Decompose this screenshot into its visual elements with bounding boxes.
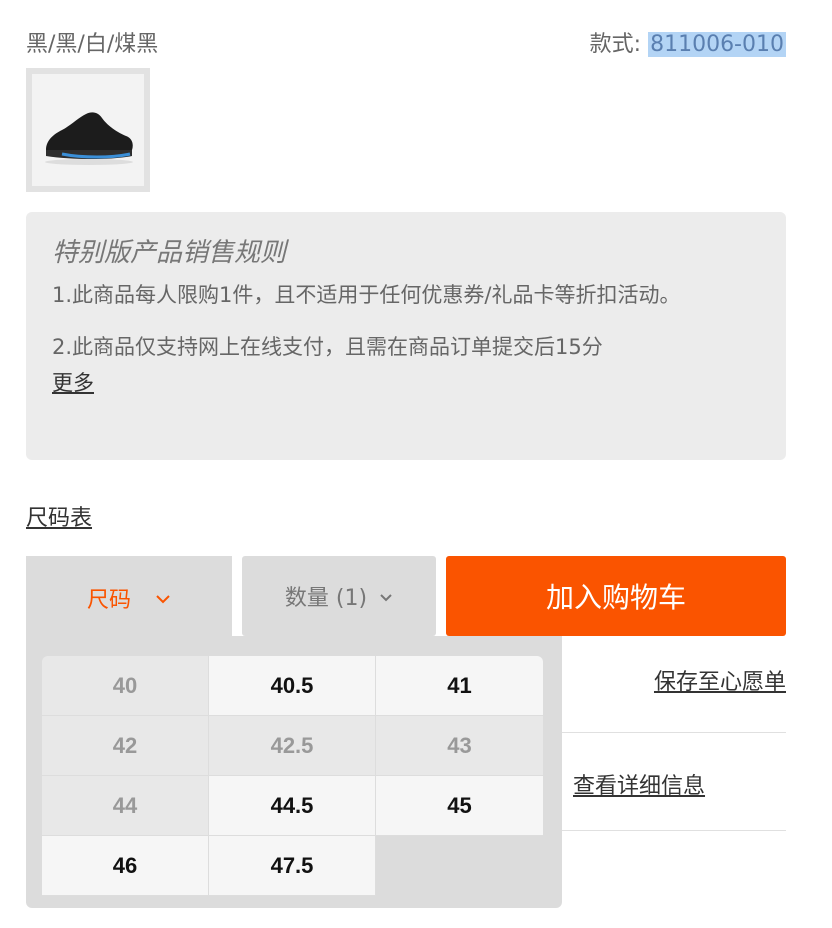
view-details-link[interactable]: 查看详细信息 bbox=[573, 768, 705, 800]
colorway-text: 黑/黑/白/煤黑 bbox=[26, 32, 159, 57]
rule-item: 2.此商品仅支持网上在线支付，且需在商品订单提交后15分 bbox=[52, 335, 603, 359]
size-chart-link[interactable]: 尺码表 bbox=[26, 500, 92, 532]
size-option-42: 42 bbox=[42, 716, 209, 776]
more-link[interactable]: 更多 bbox=[52, 367, 94, 397]
chevron-down-icon bbox=[155, 588, 171, 609]
size-option-43: 43 bbox=[376, 716, 543, 776]
save-to-wishlist-link[interactable]: 保存至心愿单 bbox=[654, 664, 786, 696]
chevron-down-icon bbox=[379, 587, 393, 606]
size-option-40: 40 bbox=[42, 656, 209, 716]
size-option-41[interactable]: 41 bbox=[376, 656, 543, 716]
size-option-44.5[interactable]: 44.5 bbox=[209, 776, 376, 836]
size-option-44: 44 bbox=[42, 776, 209, 836]
special-edition-rules: 特别版产品销售规则 1.此商品每人限购1件，且不适用于任何优惠券/礼品卡等折扣活… bbox=[26, 212, 786, 460]
product-thumbnail[interactable] bbox=[26, 68, 150, 192]
size-grid: 40 40.5 41 42 42.5 43 44 44.5 45 46 47.5 bbox=[42, 656, 544, 896]
style-label: 款式: bbox=[589, 32, 649, 57]
style-code: 款式: 811006-010 bbox=[590, 26, 786, 58]
divider bbox=[562, 732, 786, 733]
add-to-cart-button[interactable]: 加入购物车 bbox=[446, 556, 786, 636]
rules-title: 特别版产品销售规则 bbox=[52, 238, 287, 268]
size-option-47.5[interactable]: 47.5 bbox=[209, 836, 376, 896]
size-option-45[interactable]: 45 bbox=[376, 776, 543, 836]
size-dropdown[interactable]: 尺码 bbox=[26, 556, 232, 640]
size-label: 尺码 bbox=[86, 588, 131, 613]
size-option-46[interactable]: 46 bbox=[42, 836, 209, 896]
quantity-label: 数量 (1) bbox=[284, 586, 368, 611]
size-option-42.5: 42.5 bbox=[209, 716, 376, 776]
rule-item: 1.此商品每人限购1件，且不适用于任何优惠券/礼品卡等折扣活动。 bbox=[52, 283, 681, 307]
size-picker-panel: 40 40.5 41 42 42.5 43 44 44.5 45 46 47.5 bbox=[26, 636, 562, 908]
size-option-40.5[interactable]: 40.5 bbox=[209, 656, 376, 716]
divider bbox=[562, 830, 786, 831]
shoe-image bbox=[32, 74, 144, 186]
quantity-dropdown[interactable]: 数量 (1) bbox=[242, 556, 436, 636]
style-code-value: 811006-010 bbox=[648, 32, 786, 57]
